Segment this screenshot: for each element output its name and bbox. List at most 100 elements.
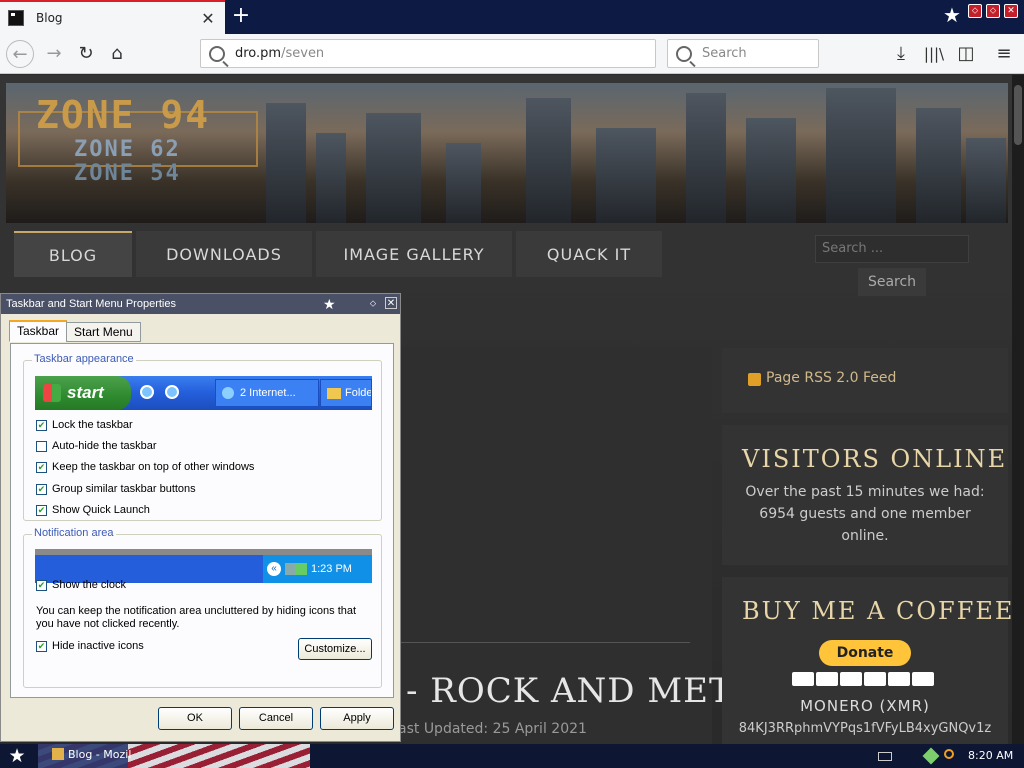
taskbar-item-label: Blog - Mozil	[68, 748, 132, 761]
nav-downloads[interactable]: DOWNLOADS	[136, 231, 312, 277]
option-auto-hide[interactable]: Auto-hide the taskbar	[36, 440, 157, 452]
back-arrow-icon[interactable]: ←	[6, 40, 34, 68]
new-tab-button[interactable]: +	[228, 3, 254, 29]
taskbar-preview: start 2 Internet... Folde	[35, 376, 372, 410]
apply-button[interactable]: Apply	[320, 707, 394, 730]
dialog-title: Taskbar and Start Menu Properties	[6, 298, 176, 310]
banner-building	[966, 138, 1006, 223]
option-quick-launch[interactable]: ✔ Show Quick Launch	[36, 504, 150, 516]
library-icon[interactable]: |||\	[920, 40, 948, 68]
discover-icon	[888, 672, 910, 686]
banner-building	[596, 128, 656, 223]
tab-start-menu[interactable]: Start Menu	[66, 322, 141, 342]
tab-taskbar[interactable]: Taskbar	[9, 320, 68, 342]
banner-building	[526, 98, 571, 223]
page-scrollbar[interactable]	[1012, 75, 1024, 744]
option-label: Group similar taskbar buttons	[52, 483, 196, 495]
site-banner: ZONE 94 ZONE 62 ZONE 54	[6, 83, 1008, 223]
checkbox-checked-icon[interactable]: ✔	[36, 483, 47, 495]
download-icon[interactable]: ⤓	[887, 40, 915, 68]
nav-blog[interactable]: BLOG	[14, 231, 132, 277]
checkbox-checked-icon[interactable]: ✔	[36, 461, 47, 473]
hamburger-menu-icon[interactable]: ≡	[990, 40, 1018, 68]
star-icon: ★	[943, 3, 961, 27]
checkbox-checked-icon[interactable]: ✔	[36, 504, 47, 516]
site-logo[interactable]: ZONE 94	[36, 93, 210, 137]
monero-address[interactable]: 84KJ3RRphmVYPqs1fVFyLB4xyGNQv1z	[722, 721, 1008, 736]
tab-close-icon[interactable]: ✕	[199, 9, 217, 28]
system-clock[interactable]: 8:20 AM	[968, 749, 1013, 762]
option-label: Show the clock	[52, 579, 126, 591]
rss-icon	[748, 373, 761, 386]
search-placeholder: Search	[702, 46, 747, 61]
url-bar[interactable]: dro.pm /seven	[200, 39, 656, 68]
browser-search-input[interactable]: Search	[667, 39, 819, 68]
site-search-input[interactable]: Search ...	[815, 235, 969, 263]
browser-tab-blog[interactable]: Blog ✕	[0, 0, 225, 34]
dialog-titlebar[interactable]: Taskbar and Start Menu Properties ★ ⬦ ✕	[1, 294, 400, 314]
browser-icon	[52, 748, 64, 760]
maestro-icon	[840, 672, 862, 686]
banner-building	[446, 143, 481, 223]
checkbox-checked-icon[interactable]: ✔	[36, 640, 47, 652]
quick-launch-ie-icon	[165, 385, 179, 399]
rss-widget: Page RSS 2.0 Feed	[722, 348, 1008, 413]
taskbar-item-browser[interactable]: Blog - Mozil	[52, 748, 131, 761]
option-show-clock[interactable]: ✔ Show the clock	[36, 579, 126, 591]
tab-title: Blog	[36, 11, 63, 25]
donate-button[interactable]: Donate	[819, 640, 911, 666]
pin-icon[interactable]: ⬦	[968, 4, 982, 18]
site-logo-sub: ZONE 54	[74, 161, 181, 186]
dialog-tabs: Taskbar Start Menu	[9, 320, 141, 342]
ok-button[interactable]: OK	[158, 707, 232, 730]
option-keep-on-top[interactable]: ✔ Keep the taskbar on top of other windo…	[36, 461, 254, 473]
scrollbar-thumb[interactable]	[1014, 85, 1022, 145]
post-updated: ast Updated: 25 April 2021	[398, 721, 587, 737]
group-label: Taskbar appearance	[32, 353, 136, 365]
search-icon[interactable]	[944, 749, 954, 759]
customize-button[interactable]: Customize...	[298, 638, 372, 660]
preview-start-label: start	[67, 383, 104, 402]
option-label: Hide inactive icons	[52, 640, 144, 652]
close-icon[interactable]: ✕	[385, 297, 397, 309]
reload-icon[interactable]: ↻	[72, 40, 100, 68]
checkbox-checked-icon[interactable]: ✔	[36, 579, 47, 591]
sidebar-icon[interactable]: ◫	[952, 40, 980, 68]
amex-icon	[864, 672, 886, 686]
checkbox-checked-icon[interactable]: ✔	[36, 419, 47, 431]
search-icon	[676, 45, 692, 62]
notification-preview: « 1:23 PM	[35, 549, 372, 583]
notification-description: You can keep the notification area unclu…	[36, 605, 357, 630]
keyboard-icon[interactable]	[878, 752, 892, 761]
visitors-heading: VISITORS ONLINE	[742, 445, 1008, 473]
taskbar-properties-dialog: Taskbar and Start Menu Properties ★ ⬦ ✕ …	[0, 293, 401, 742]
home-icon[interactable]: ⌂	[103, 40, 131, 68]
checkbox-unchecked-icon[interactable]	[36, 440, 47, 452]
option-hide-inactive[interactable]: ✔ Hide inactive icons	[36, 640, 144, 652]
option-lock-taskbar[interactable]: ✔ Lock the taskbar	[36, 419, 133, 431]
option-label: Lock the taskbar	[52, 419, 133, 431]
preview-task-button: Folde	[320, 379, 372, 407]
rss-link[interactable]: Page RSS 2.0 Feed	[766, 370, 896, 386]
option-label: Show Quick Launch	[52, 504, 150, 516]
preview-task-label: 2 Internet...	[240, 387, 296, 399]
tray-icons	[285, 563, 307, 575]
nav-quack-it[interactable]: QUACK IT	[516, 231, 662, 277]
pin-icon[interactable]: ⬦	[367, 297, 379, 309]
visa-icon	[792, 672, 814, 686]
nav-image-gallery[interactable]: IMAGE GALLERY	[316, 231, 512, 277]
site-search-button[interactable]: Search	[858, 268, 926, 296]
banner-building	[916, 108, 961, 223]
start-star-icon[interactable]: ★	[6, 745, 28, 767]
cancel-button[interactable]: Cancel	[239, 707, 313, 730]
search-icon	[209, 45, 225, 62]
browser-toolbar: ← → ↻ ⌂ dro.pm /seven Search ⤓ |||\ ◫ ≡	[0, 34, 1024, 74]
star-icon: ★	[323, 296, 336, 312]
restore-icon[interactable]: ⬦	[986, 4, 1000, 18]
close-window-icon[interactable]: ✕	[1004, 4, 1018, 18]
option-group-buttons[interactable]: ✔ Group similar taskbar buttons	[36, 483, 196, 495]
banner-building	[746, 118, 796, 223]
network-icon[interactable]	[922, 747, 940, 765]
forward-arrow-icon[interactable]: →	[40, 40, 68, 68]
banner-building	[316, 133, 346, 223]
